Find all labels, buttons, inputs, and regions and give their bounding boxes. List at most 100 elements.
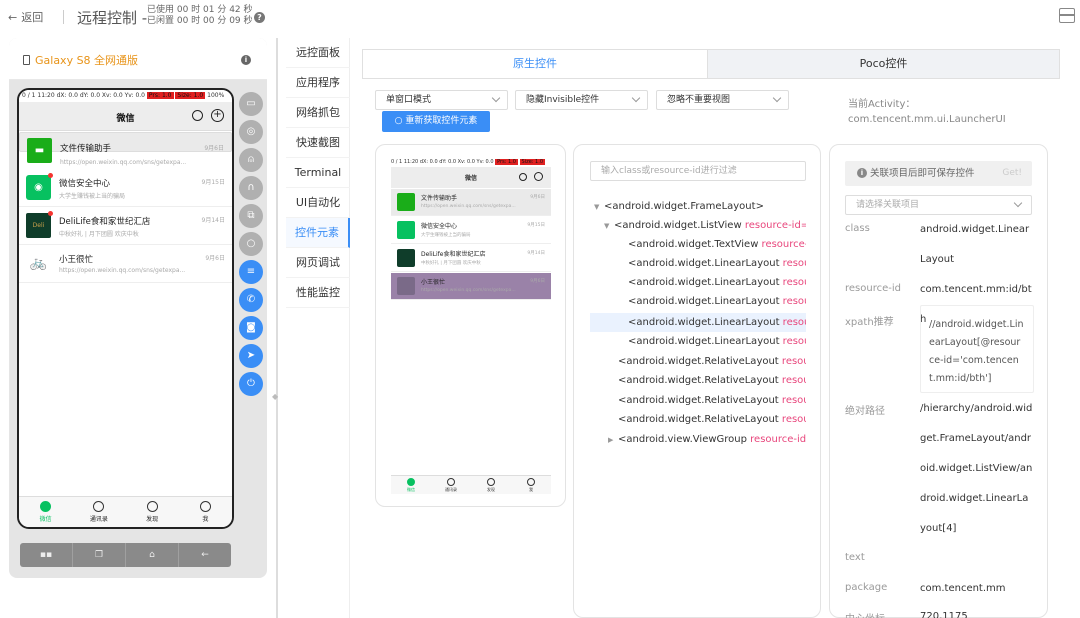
caret-down-icon: ▼ xyxy=(604,222,610,230)
settings-icon[interactable]: ≡ xyxy=(239,260,263,284)
menu-item-elements[interactable]: 控件元素 xyxy=(286,218,350,248)
tree-node[interactable]: <android.widget.LinearLayout resourc xyxy=(590,273,806,292)
tree-node[interactable]: ▶ <android.view.ViewGroup resource-id=" xyxy=(590,430,806,449)
status-text: 0 / 1 11:20 dX: 0.0 dY: 0.0 Xv: 0.0 Yv: … xyxy=(22,92,145,99)
screen-preview[interactable]: 0 / 1 11:20 dX: 0.0 dY: 0.0 Xv: 0.0 Yv: … xyxy=(391,157,551,494)
tree-filter-input[interactable]: 输入class或resource-id进行过滤 xyxy=(590,161,806,181)
tab-label: 我 xyxy=(529,487,533,492)
wechat-tabbar: 微信 通讯录 发现 我 xyxy=(19,496,232,527)
info-icon[interactable]: i xyxy=(241,55,251,65)
chat-date: 9月14日 xyxy=(201,217,225,224)
preview-header: 微信 xyxy=(391,167,551,188)
camera-icon[interactable]: ◙ xyxy=(239,316,263,340)
power-icon[interactable]: ⏻ xyxy=(239,372,263,396)
preview-tab: 通讯录 xyxy=(431,476,471,494)
chat-item[interactable]: 🚲 小王很忙 https://open.weixin.qq.com/sns/ge… xyxy=(19,246,232,283)
record-icon[interactable]: ▭ xyxy=(239,92,263,116)
chat-name: DeliLife食和家世纪汇店 xyxy=(421,251,486,258)
tree-node[interactable]: <android.widget.RelativeLayout resource xyxy=(590,410,806,429)
menu-item-ui-automation[interactable]: UI自动化 xyxy=(286,188,350,218)
chat-name: 微信安全中心 xyxy=(421,223,458,230)
menu-item-remote-panel[interactable]: 远控面板 xyxy=(286,38,350,68)
tree-node[interactable]: <android.widget.TextView resource-id xyxy=(590,235,806,254)
contacts-icon xyxy=(93,501,105,512)
panel-splitter[interactable] xyxy=(276,38,278,618)
view-filter-select[interactable]: 忽略不重要视图 xyxy=(656,90,789,110)
layout-toggle-icon[interactable] xyxy=(1059,8,1075,23)
tree-node[interactable]: <android.widget.LinearLayout resourc xyxy=(590,292,806,311)
tree-node-selected[interactable]: <android.widget.LinearLayout resourc xyxy=(590,313,806,332)
preview-tab: 发现 xyxy=(471,476,511,494)
prop-value-xpath[interactable]: //android.widget.LinearLayout[@resource-… xyxy=(920,305,1034,393)
tree-node[interactable]: <android.widget.RelativeLayout resource xyxy=(590,352,806,371)
back-icon[interactable]: ← xyxy=(179,543,231,567)
apps-icon[interactable]: ▪▪ xyxy=(20,543,73,567)
phone-call-icon[interactable]: ✆ xyxy=(239,288,263,312)
select-value: 忽略不重要视图 xyxy=(667,95,731,105)
tab-me[interactable]: 我 xyxy=(179,497,232,527)
refresh-elements-button[interactable]: ○ 重新获取控件元素 xyxy=(382,111,490,132)
chat-item[interactable]: ◉ 微信安全中心 大学生赚钱被上当的骗局 9月15日 xyxy=(19,170,232,207)
contacts-icon xyxy=(447,478,455,486)
chevron-down-icon xyxy=(772,93,782,103)
eye-icon[interactable]: ◎ xyxy=(239,120,263,144)
tab-contacts[interactable]: 通讯录 xyxy=(72,497,125,527)
tree-node[interactable]: <android.widget.RelativeLayout resource xyxy=(590,371,806,390)
divider xyxy=(63,10,64,24)
search-icon[interactable] xyxy=(192,110,203,121)
prop-value-center: 720,1175 xyxy=(920,611,968,618)
headset-icon[interactable]: ∩ xyxy=(239,176,263,200)
node-attr: resourc xyxy=(782,296,806,307)
tab-native-controls[interactable]: 原生控件 xyxy=(363,50,707,78)
menu-item-web-debug[interactable]: 网页调试 xyxy=(286,248,350,278)
invisible-filter-select[interactable]: 隐藏Invisible控件 xyxy=(515,90,648,110)
home-icon[interactable]: ⌂ xyxy=(126,543,179,567)
compass-icon xyxy=(146,501,158,512)
tree-node[interactable]: <android.widget.LinearLayout resourc xyxy=(590,332,806,351)
plus-icon[interactable]: + xyxy=(211,109,224,122)
splitter-handle-icon[interactable]: ◆ xyxy=(272,392,282,404)
person-icon xyxy=(199,501,211,512)
select-placeholder: 请选择关联项目 xyxy=(856,200,920,210)
chat-item[interactable]: ▬ 文件传输助手 https://open.weixin.qq.com/sns/… xyxy=(19,132,232,166)
element-properties-card: i 关联项目后即可保存控件 Get! 请选择关联项目 class android… xyxy=(829,144,1048,618)
preview-status-bar: 0 / 1 11:20 dX: 0.0 dY: 0.0 Xv: 0.0 Yv: … xyxy=(391,157,551,167)
window-mode-select[interactable]: 单窗口模式 xyxy=(375,90,508,110)
back-label: 返回 xyxy=(21,11,44,24)
plus-icon xyxy=(534,172,543,181)
chat-item[interactable]: Deli DeliLife食和家世纪汇店 中秋好礼 | 月下团圆 欢庆中秋 9月… xyxy=(19,208,232,245)
caret-down-icon: ▼ xyxy=(594,203,600,211)
help-icon[interactable]: ? xyxy=(254,12,265,23)
menu-item-screenshot[interactable]: 快速截图 xyxy=(286,128,350,158)
tab-label: 通讯录 xyxy=(89,516,108,523)
user-icon[interactable]: ⍝ xyxy=(239,148,263,172)
recent-apps-icon[interactable]: ❐ xyxy=(73,543,126,567)
tree-node[interactable]: <android.widget.RelativeLayout resource xyxy=(590,391,806,410)
tree-node[interactable]: ▼ <android.widget.FrameLayout> xyxy=(590,197,806,216)
tree-node[interactable]: ▼ <android.widget.ListView resource-id="c xyxy=(590,216,806,235)
search-icon[interactable]: ○ xyxy=(239,232,263,256)
menu-item-capture[interactable]: 网络抓包 xyxy=(286,98,350,128)
project-select[interactable]: 请选择关联项目 xyxy=(845,195,1032,215)
menu-item-terminal[interactable]: Terminal xyxy=(286,158,350,188)
node-attr: resource-id=" xyxy=(750,434,806,445)
send-icon[interactable]: ➤ xyxy=(239,344,263,368)
element-tree-card: 输入class或resource-id进行过滤 ▼ <android.widget… xyxy=(573,144,821,618)
person-icon xyxy=(527,478,535,486)
chat-date: 9月6日 xyxy=(530,279,545,284)
device-screen[interactable]: 0 / 1 11:20 dX: 0.0 dY: 0.0 Xv: 0.0 Yv: … xyxy=(17,88,234,529)
back-button[interactable]: ← 返回 xyxy=(8,9,43,25)
tab-poco-controls[interactable]: Poco控件 xyxy=(707,50,1059,78)
screen-preview-card: 0 / 1 11:20 dX: 0.0 dY: 0.0 Xv: 0.0 Yv: … xyxy=(375,144,566,507)
chat-name: DeliLife食和家世纪汇店 xyxy=(59,217,151,227)
menu-item-performance[interactable]: 性能监控 xyxy=(286,278,350,308)
menu-item-apps[interactable]: 应用程序 xyxy=(286,68,350,98)
chat-preview: https://open.weixin.qq.com/sns/getexpa..… xyxy=(421,204,516,209)
tab-discover[interactable]: 发现 xyxy=(126,497,179,527)
tree-node[interactable]: <android.widget.LinearLayout resourc xyxy=(590,254,806,273)
get-button[interactable]: Get! xyxy=(1002,161,1022,186)
tab-chats[interactable]: 微信 xyxy=(19,497,72,527)
copy-icon[interactable]: ⧉ xyxy=(239,204,263,228)
node-class: <android.widget.RelativeLayout xyxy=(618,395,782,406)
preview-tabbar: 微信 通讯录 发现 我 xyxy=(391,475,551,494)
